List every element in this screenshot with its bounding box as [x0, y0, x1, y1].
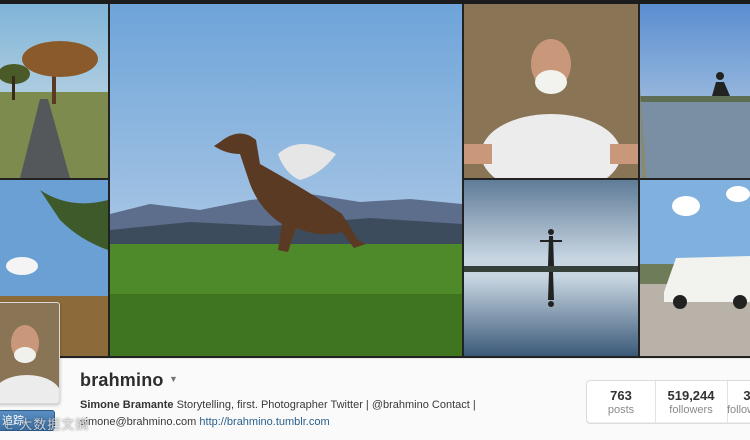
stat-posts[interactable]: 763 posts [587, 381, 656, 423]
profile-full-name: Simone Bramante [80, 399, 174, 411]
stat-value: 519,244 [667, 388, 715, 403]
stat-label: following [727, 404, 750, 416]
photo-man-flowers-beard[interactable] [464, 4, 638, 178]
watermark: ℂ 大数据文摘 [4, 418, 90, 433]
stat-value: 3 [743, 388, 750, 403]
photo-dachshund-wings[interactable] [110, 4, 462, 356]
stat-followers[interactable]: 519,244 followers [655, 381, 728, 423]
stat-value: 763 [610, 388, 632, 403]
contact-email: simone@brahmino.com [80, 416, 197, 428]
stat-label: followers [669, 404, 713, 416]
photo-runner-lake[interactable] [640, 4, 750, 178]
chevron-down-icon[interactable]: ▼ [169, 374, 178, 384]
profile-stats: 763 posts 519,244 followers 3 following [586, 380, 750, 424]
stat-label: posts [607, 404, 635, 416]
profile-bio-contact: simone@brahmino.com http://brahmino.tumb… [80, 416, 330, 428]
photo-vintage-car[interactable] [640, 180, 750, 356]
profile-website-link[interactable]: http://brahmino.tumblr.com [199, 416, 329, 428]
avatar[interactable] [0, 302, 60, 404]
photo-trees-road[interactable] [0, 4, 108, 178]
photo-mirror-reflection[interactable] [464, 180, 638, 356]
profile-bio: Simone Bramante Storytelling, first. Pho… [80, 399, 476, 411]
bio-text: Storytelling, first. Photographer Twitte… [176, 399, 476, 411]
profile-username: brahmino [80, 370, 164, 390]
stat-following[interactable]: 3 following [727, 381, 750, 423]
